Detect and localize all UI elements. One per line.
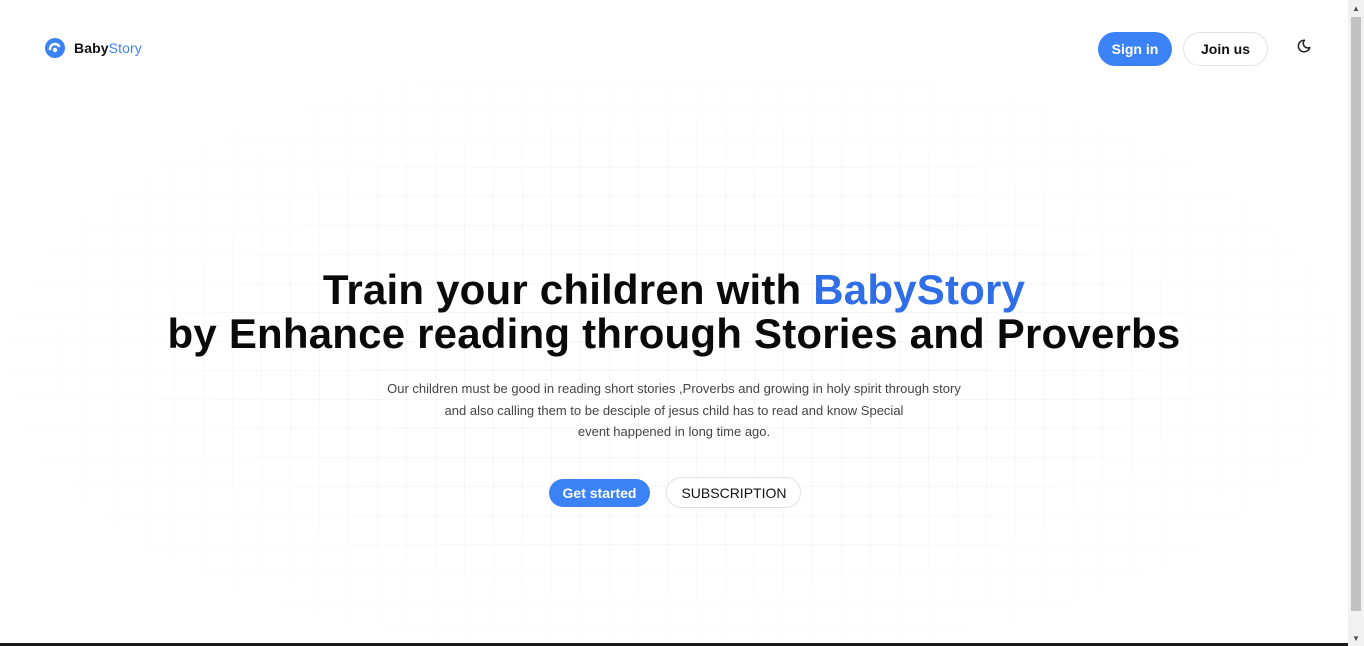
hero-title-line2: by Enhance reading through Stories and P… — [167, 310, 1181, 357]
scroll-down-arrow-icon[interactable]: ▼ — [1348, 630, 1364, 646]
hero-title-accent: BabyStory — [813, 266, 1026, 313]
join-us-button[interactable]: Join us — [1183, 32, 1268, 66]
hero-description-line: and also calling them to be desciple of … — [444, 402, 904, 418]
landing-page: BabyStory Sign in Join us Train your chi… — [0, 0, 1348, 646]
hero-title: Train your children with BabyStory by En… — [0, 268, 1348, 356]
brand-name: BabyStory — [74, 40, 142, 56]
hero-description-line: event happened in long time ago. — [577, 424, 771, 439]
brand-logo[interactable]: BabyStory — [44, 37, 142, 59]
get-started-button[interactable]: Get started — [548, 479, 651, 507]
subscription-button[interactable]: SUBSCRIPTION — [666, 477, 802, 508]
hero-description-line: Our children must be good in reading sho… — [387, 381, 961, 396]
brand-name-part2: Story — [108, 40, 142, 56]
hero-title-prefix: Train your children with — [322, 266, 814, 313]
header: BabyStory Sign in Join us — [0, 0, 1348, 90]
scroll-up-arrow-icon[interactable]: ▲ — [1348, 0, 1364, 16]
vertical-scrollbar[interactable]: ▲ ▼ — [1348, 0, 1364, 646]
hero-description: Our children must be good in reading sho… — [0, 378, 1348, 443]
scrollbar-thumb[interactable] — [1351, 17, 1361, 611]
brand-name-part1: Baby — [74, 40, 109, 56]
moon-icon[interactable] — [1295, 37, 1313, 55]
babystory-logo-icon — [44, 37, 66, 59]
cta-group: Get started SUBSCRIPTION — [0, 477, 1348, 508]
hero-section: Train your children with BabyStory by En… — [0, 268, 1348, 443]
sign-in-button[interactable]: Sign in — [1098, 32, 1172, 66]
